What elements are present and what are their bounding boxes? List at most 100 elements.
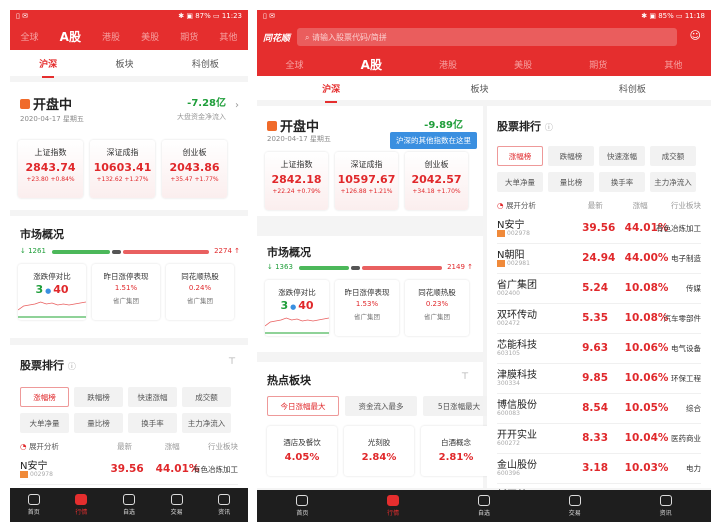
market-icon: [387, 495, 400, 506]
tab-market-0[interactable]: 全球: [286, 58, 304, 71]
ranking-chip[interactable]: 涨幅榜: [20, 387, 69, 407]
nav-market[interactable]: 行情: [378, 495, 408, 517]
limit-ratio: 3 ● 40: [265, 299, 329, 312]
pin-top-icon[interactable]: ⊤: [228, 357, 236, 367]
ranking-chip[interactable]: 大单净量: [497, 172, 543, 192]
ranking-chip[interactable]: 大单净量: [20, 413, 69, 433]
up-bar: [123, 250, 209, 254]
nav-home[interactable]: 首页: [19, 494, 49, 516]
tab-market-5[interactable]: 其他: [219, 30, 237, 43]
capital-flow-value[interactable]: -7.28亿: [187, 94, 226, 109]
tab-sub-0[interactable]: 沪深: [322, 82, 340, 103]
limit-down-count: 3: [35, 283, 44, 296]
ranking-chip[interactable]: 涨幅榜: [497, 146, 543, 166]
nav-watchlist[interactable]: 自选: [469, 495, 499, 517]
header-change[interactable]: 涨幅: [633, 200, 648, 211]
nav-trade[interactable]: 交易: [560, 495, 590, 517]
hot-sector-chip[interactable]: 5日涨幅最大: [423, 396, 495, 416]
hot-sector-card[interactable]: 酒店及餐饮 4.05%: [267, 426, 337, 476]
header-industry[interactable]: 行业板块: [671, 200, 701, 211]
ranking-chip[interactable]: 换手率: [599, 172, 645, 192]
table-row[interactable]: 金山股份 600396 3.18 10.03% 电力: [497, 454, 701, 484]
header-industry[interactable]: 行业板块: [208, 441, 238, 452]
index-card[interactable]: 深证成指 10597.67 +126.88 +1.21%: [335, 152, 398, 210]
tab-sub-1[interactable]: 板块: [115, 57, 133, 70]
tab-sub-2[interactable]: 科创板: [192, 57, 219, 70]
index-card[interactable]: 深证成指 10603.41 +132.62 +1.27%: [90, 140, 155, 198]
nav-news[interactable]: 资讯: [209, 494, 239, 516]
table-row[interactable]: 芯能科技 603105 9.63 10.06% 电气设备: [497, 334, 701, 364]
limit-ratio: 3 ● 40: [18, 283, 86, 296]
ranking-chip[interactable]: 快速涨幅: [599, 146, 645, 166]
ranking-chip[interactable]: 快速涨幅: [128, 387, 177, 407]
info-icon[interactable]: ⓘ: [68, 362, 76, 371]
stock-code-line: 600396: [497, 470, 520, 477]
index-card[interactable]: 创业板 2043.86 +35.47 +1.77%: [162, 140, 227, 198]
hot-sector-chip[interactable]: 今日涨幅最大: [267, 396, 339, 416]
overview-card[interactable]: 同花顺热股 0.24% 省广集团: [166, 264, 234, 320]
table-row[interactable]: 开开实业 600272 8.33 10.04% 医药商业: [497, 424, 701, 454]
tab-sub-2[interactable]: 科创板: [619, 82, 646, 95]
robot-assistant-icon[interactable]: ☺: [690, 29, 701, 42]
table-row[interactable]: 津膜科技 300334 9.85 10.06% 环保工程: [497, 364, 701, 394]
expand-analysis[interactable]: ◔ 展开分析: [20, 441, 59, 452]
ranking-chip[interactable]: 量比榜: [548, 172, 594, 192]
tab-market-0[interactable]: 全球: [21, 30, 39, 43]
ranking-chip[interactable]: 量比榜: [74, 413, 123, 433]
ranking-chip[interactable]: 成交额: [650, 146, 696, 166]
hot-sector-chip[interactable]: 资金流入最多: [345, 396, 417, 416]
tooltip[interactable]: 沪深的其他指数在这里: [390, 132, 477, 149]
capital-flow-value[interactable]: -9.89亿: [424, 116, 463, 131]
hot-sector-card[interactable]: 光刻胶 2.84%: [344, 426, 414, 476]
nav-news[interactable]: 资讯: [651, 495, 681, 517]
nav-home[interactable]: 首页: [287, 495, 317, 517]
table-row[interactable]: 博信股份 600083 8.54 10.05% 综合: [497, 394, 701, 424]
expand-analysis[interactable]: ◔ 展开分析: [497, 200, 536, 211]
nav-trade[interactable]: 交易: [162, 494, 192, 516]
ranking-chip[interactable]: 主力净流入: [182, 413, 231, 433]
table-row[interactable]: 省广集团 002400 5.24 10.08% 传媒: [497, 274, 701, 304]
overview-card[interactable]: 昨日涨停表现 1.53% 省广集团: [335, 280, 399, 336]
overview-card[interactable]: 涨跌停对比 3 ● 40: [264, 280, 330, 336]
index-card[interactable]: 上证指数 2842.18 +22.24 +0.79%: [265, 152, 328, 210]
ranking-chip[interactable]: 跌幅榜: [74, 387, 123, 407]
nav-market[interactable]: 行情: [66, 494, 96, 516]
table-row[interactable]: N朝阳 002981 24.94 44.00% 电子制造: [497, 244, 701, 274]
ranking-chip[interactable]: 换手率: [128, 413, 177, 433]
index-card[interactable]: 创业板 2042.57 +34.18 +1.70%: [405, 152, 468, 210]
table-row[interactable]: N安宁 002978 39.56 44.01% 有色冶炼加工: [497, 214, 701, 244]
header-latest[interactable]: 最新: [117, 441, 132, 452]
info-icon[interactable]: ⓘ: [545, 123, 553, 132]
tab-market-4[interactable]: 期货: [589, 58, 607, 71]
overview-card[interactable]: 同花顺热股 0.23% 省广集团: [405, 280, 469, 336]
stock-change: 10.08%: [624, 312, 669, 324]
overview-card[interactable]: 涨跌停对比 3 ● 40: [17, 264, 87, 320]
nav-watchlist[interactable]: 自选: [114, 494, 144, 516]
tab-market-5[interactable]: 其他: [664, 58, 682, 71]
chevron-right-icon[interactable]: ›: [235, 100, 239, 111]
index-card[interactable]: 上证指数 2843.74 +23.80 +0.84%: [18, 140, 83, 198]
ranking-chip[interactable]: 主力净流入: [650, 172, 696, 192]
tab-market-4[interactable]: 期货: [180, 30, 198, 43]
header-latest[interactable]: 最新: [588, 200, 603, 211]
tab-market-2[interactable]: 港股: [439, 58, 457, 71]
ranking-chip[interactable]: 成交额: [182, 387, 231, 407]
overview-card[interactable]: 昨日涨停表现 1.51% 省广集团: [92, 264, 160, 320]
tab-market-3[interactable]: 美股: [514, 58, 532, 71]
search-input[interactable]: ⌕ 请输入股票代码/简拼: [297, 28, 677, 46]
tab-market-1[interactable]: A股: [361, 56, 382, 73]
tab-market-3[interactable]: 美股: [141, 30, 159, 43]
tab-sub-0[interactable]: 沪深: [39, 57, 57, 78]
open-icon: [20, 98, 30, 109]
stock-industry: 电子制造: [671, 254, 701, 263]
tab-sub-1[interactable]: 板块: [470, 82, 488, 95]
new-listing-badge: [20, 471, 28, 478]
tab-market-2[interactable]: 港股: [102, 30, 120, 43]
pin-top-icon[interactable]: ⊤: [461, 372, 469, 382]
ranking-chip[interactable]: 跌幅榜: [548, 146, 594, 166]
hot-sector-card[interactable]: 白酒概念 2.81%: [421, 426, 491, 476]
header-change[interactable]: 涨幅: [165, 441, 180, 452]
table-row[interactable]: N安宁 002978 39.56 44.01% 有色冶炼加工: [20, 455, 238, 485]
tab-market-1[interactable]: A股: [60, 28, 81, 45]
table-row[interactable]: 双环传动 002472 5.35 10.08% 汽车零部件: [497, 304, 701, 334]
